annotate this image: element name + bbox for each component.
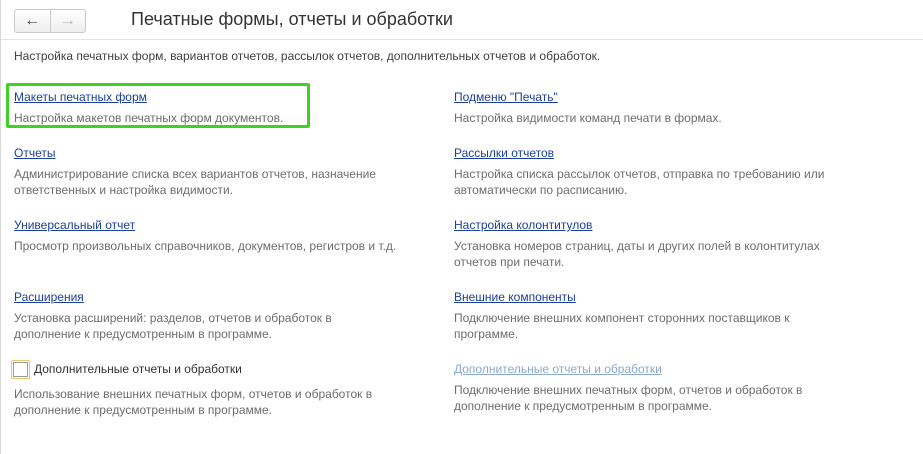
mailings-link[interactable]: Рассылки отчетов bbox=[454, 146, 554, 161]
external-components-link[interactable]: Внешние компоненты bbox=[454, 290, 576, 305]
mailings-section: Рассылки отчетов Настройка списка рассыл… bbox=[454, 146, 864, 198]
extensions-link[interactable]: Расширения bbox=[14, 290, 84, 305]
additional-reports-description: Использование внешних печатных форм, отч… bbox=[14, 387, 373, 417]
extensions-section: Расширения Установка расширений: раздело… bbox=[14, 290, 374, 342]
templates-description: Настройка макетов печатных форм документ… bbox=[14, 111, 284, 125]
headers-footers-description: Установка номеров страниц, даты и других… bbox=[454, 239, 820, 269]
print-submenu-section: Подменю "Печать" Настройка видимости ком… bbox=[454, 90, 874, 126]
additional-reports-label[interactable]: Дополнительные отчеты и обработки bbox=[34, 362, 242, 377]
headers-footers-section: Настройка колонтитулов Установка номеров… bbox=[454, 218, 859, 270]
checkbox-focus-frame bbox=[11, 360, 30, 379]
page-title: Печатные формы, отчеты и обработки bbox=[131, 9, 453, 29]
reports-section: Отчеты Администрирование списка всех вар… bbox=[14, 146, 409, 198]
additional-reports-right-description: Подключение внешних печатных форм, отчет… bbox=[454, 383, 803, 413]
back-arrow-icon[interactable]: ← bbox=[15, 10, 50, 32]
additional-reports-checkbox[interactable] bbox=[13, 362, 28, 377]
forward-arrow-icon[interactable]: → bbox=[49, 10, 86, 32]
settings-page: ← → Печатные формы, отчеты и обработки Н… bbox=[0, 0, 923, 454]
universal-report-link[interactable]: Универсальный отчет bbox=[14, 218, 135, 233]
header-divider bbox=[1, 39, 923, 40]
print-submenu-link[interactable]: Подменю "Печать" bbox=[454, 90, 558, 105]
external-components-description: Подключение внешних компонент сторонних … bbox=[454, 311, 790, 341]
print-submenu-description: Настройка видимости команд печати в форм… bbox=[454, 111, 722, 125]
templates-link[interactable]: Макеты печатных форм bbox=[14, 90, 147, 105]
reports-link[interactable]: Отчеты bbox=[14, 146, 55, 161]
mailings-description: Настройка списка рассылок отчетов, отпра… bbox=[454, 167, 825, 197]
navigation-buttons: ← → bbox=[14, 9, 86, 33]
universal-report-section: Универсальный отчет Просмотр произвольны… bbox=[14, 218, 434, 254]
additional-reports-link[interactable]: Дополнительные отчеты и обработки bbox=[454, 362, 662, 377]
page-subtitle: Настройка печатных форм, вариантов отчет… bbox=[14, 49, 601, 63]
external-components-section: Внешние компоненты Подключение внешних к… bbox=[454, 290, 834, 342]
templates-section: Макеты печатных форм Настройка макетов п… bbox=[14, 90, 304, 126]
additional-reports-right-section: Дополнительные отчеты и обработки Подклю… bbox=[454, 362, 854, 414]
reports-description: Администрирование списка всех вариантов … bbox=[14, 167, 376, 197]
headers-footers-link[interactable]: Настройка колонтитулов bbox=[454, 218, 592, 233]
universal-report-description: Просмотр произвольных справочников, доку… bbox=[14, 239, 397, 253]
additional-reports-section: Дополнительные отчеты и обработки Исполь… bbox=[11, 360, 414, 418]
extensions-description: Установка расширений: разделов, отчетов … bbox=[14, 311, 332, 341]
additional-reports-toggle[interactable]: Дополнительные отчеты и обработки bbox=[11, 360, 414, 379]
